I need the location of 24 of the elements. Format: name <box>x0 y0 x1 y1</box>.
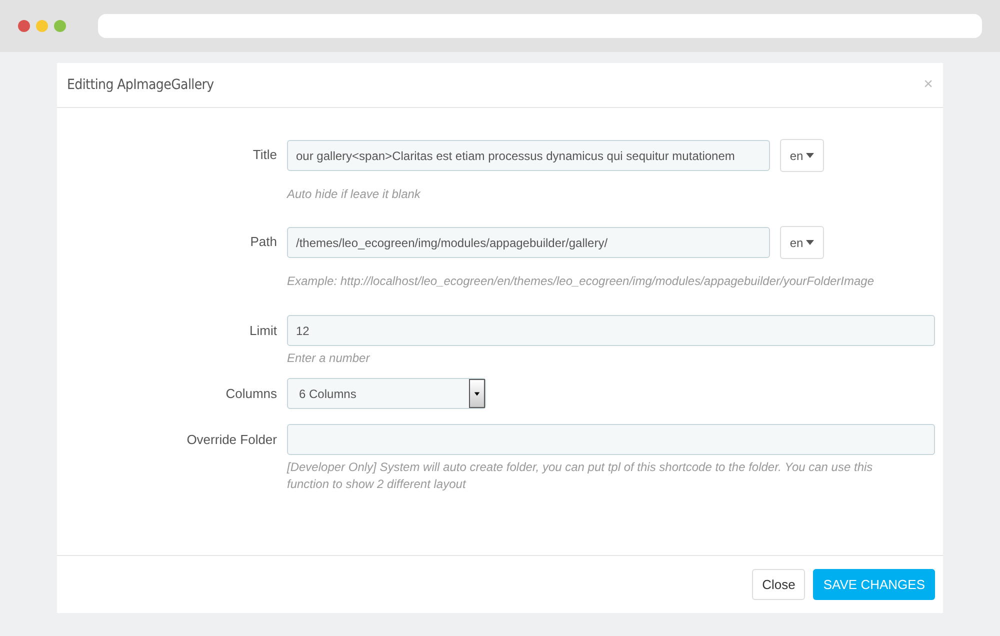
help-text: Example: http://localhost/leo_ecogreen/en/themes/leo_ecogreen/img/modules/appagebuilder/yourFolderImage <box>287 273 876 290</box>
field-label: Override Folder <box>186 431 277 449</box>
window-close-dot[interactable] <box>18 20 30 32</box>
language-dropdown[interactable]: en <box>780 139 824 172</box>
field-label: Limit <box>248 322 277 340</box>
help-text: Auto hide if leave it blank <box>287 186 422 203</box>
close-button[interactable]: Close <box>752 569 806 600</box>
field-label: Path <box>249 233 277 251</box>
select-field[interactable]: 6 Columns <box>287 378 486 409</box>
address-bar[interactable] <box>98 14 982 38</box>
text-field[interactable]: our gallery<span>Claritas est etiam processus dynamicus qui sequitur mutationem <box>287 140 770 171</box>
text-field[interactable]: 12 <box>287 315 935 346</box>
text-field[interactable]: /themes/leo_ecogreen/img/modules/appagebuilder/gallery/ <box>287 227 770 258</box>
text-field[interactable] <box>287 424 935 455</box>
help-text: [Developer Only] System will auto create folder, you can put tpl of this shortcode to the folder. You can use this function to show 2 different layout <box>287 459 874 493</box>
window-minimize-dot[interactable] <box>36 20 48 32</box>
field-label: Title <box>252 146 277 164</box>
language-dropdown[interactable]: en <box>780 226 824 259</box>
window-maximize-dot[interactable] <box>54 20 66 32</box>
modal-title: Editting ApImageGallery <box>67 77 214 93</box>
field-label: Columns <box>224 385 277 403</box>
caret-icon <box>806 153 814 158</box>
caret-icon <box>806 240 814 245</box>
help-text: Enter a number <box>287 350 372 367</box>
